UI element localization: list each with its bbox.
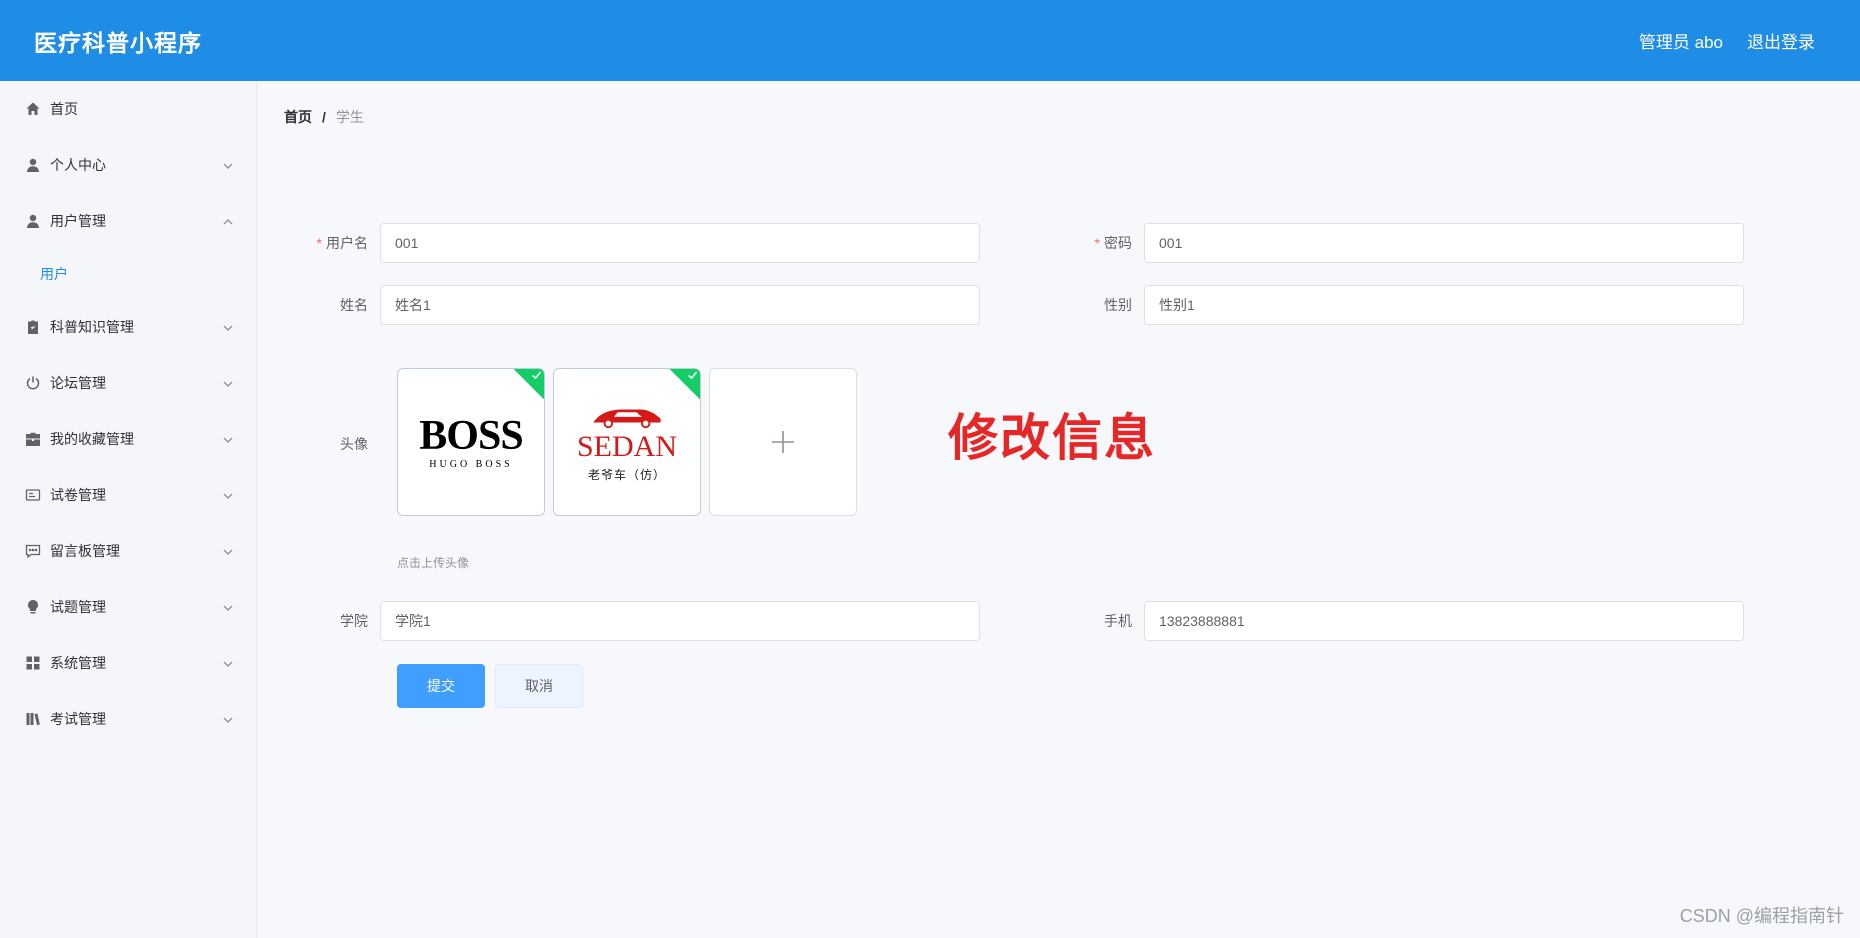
name-field: 姓名 [280,285,980,325]
sidebar-item-favorites-management[interactable]: 我的收藏管理 [0,411,256,467]
sidebar-item-paper-management[interactable]: 试卷管理 [0,467,256,523]
chevron-down-icon [222,159,234,171]
power-icon [24,374,42,392]
phone-input[interactable] [1144,601,1744,641]
name-input[interactable] [380,285,980,325]
required-mark: * [316,235,322,251]
sidebar-item-home[interactable]: 首页 [0,81,256,137]
grid-icon [24,654,42,672]
password-label: * 密码 [1044,233,1144,253]
password-field: * 密码 [1044,223,1744,263]
chevron-down-icon [222,545,234,557]
chevron-down-icon [222,657,234,669]
user-icon [24,212,42,230]
college-field: 学院 [280,601,980,641]
plus-icon [772,431,794,453]
cancel-button[interactable]: 取消 [495,664,583,708]
sidebar-item-label: 留言板管理 [50,543,120,559]
avatar-thumbnail[interactable]: BOSS HUGO BOSS [397,368,545,516]
chevron-down-icon [222,377,234,389]
username-label: * 用户名 [280,233,380,253]
car-logo-icon [593,408,661,428]
sidebar-item-label: 考试管理 [50,711,106,727]
main-content: 首页 / 学生 *用户名 *密码 姓名 性别 头像 BOSS HUGO BOSS [258,81,1860,938]
current-user: 管理员 abo [1638,33,1723,52]
sidebar-item-user-management[interactable]: 用户管理 [0,193,256,249]
upload-success-badge [668,369,700,401]
breadcrumb-separator: / [322,109,326,125]
header-right: 管理员 abo 退出登录 [1639,28,1815,53]
upload-add-button[interactable] [709,368,857,516]
chevron-up-icon [222,215,234,227]
chat-icon [24,542,42,560]
name-label: 姓名 [340,297,368,313]
username-field: * 用户名 [280,223,980,263]
breadcrumb-home[interactable]: 首页 [284,107,312,127]
password-input[interactable] [1144,223,1744,263]
gender-input[interactable] [1144,285,1744,325]
gender-label: 性别 [1104,297,1132,313]
breadcrumb: 首页 / 学生 [284,107,364,127]
sidebar-item-exam-management[interactable]: 考试管理 [0,691,256,747]
home-icon [24,100,42,118]
sidebar-subitem-users[interactable]: 用户 [0,249,256,299]
chevron-down-icon [222,601,234,613]
sedan-logo-subtitle: 老爷车（仿） [587,467,666,482]
submit-button[interactable]: 提交 [397,664,485,708]
username-input[interactable] [380,223,980,263]
sidebar-item-label: 科普知识管理 [50,319,134,335]
avatar-thumbnail[interactable]: SEDAN 老爷车（仿） [553,368,701,516]
sedan-logo-title: SEDAN [576,429,677,463]
logout-link[interactable]: 退出登录 [1747,28,1815,53]
sidebar-item-forum-management[interactable]: 论坛管理 [0,355,256,411]
id-card-icon [24,486,42,504]
college-label: 学院 [340,613,368,629]
phone-label: 手机 [1104,613,1132,629]
check-icon [532,371,542,380]
chevron-down-icon [222,713,234,725]
user-icon [24,156,42,174]
sidebar-item-label: 系统管理 [50,655,106,671]
college-input[interactable] [380,601,980,641]
chevron-down-icon [222,433,234,445]
required-mark: * [1094,235,1100,251]
sidebar-item-personal-center[interactable]: 个人中心 [0,137,256,193]
breadcrumb-current: 学生 [335,109,364,125]
sidebar-item-label: 试卷管理 [50,487,106,503]
top-header: 医疗科普小程序 管理员 abo 退出登录 [0,0,1860,81]
avatar-label: 头像 [340,436,368,452]
sidebar-item-label: 试题管理 [50,599,106,615]
boss-logo-subtitle: HUGO BOSS [429,458,513,470]
chevron-down-icon [222,489,234,501]
bulb-icon [24,598,42,616]
phone-field: 手机 [1044,601,1744,641]
check-icon [688,371,698,380]
book-icon [24,710,42,728]
sidebar-item-question-management[interactable]: 试题管理 [0,579,256,635]
upload-success-badge [512,369,544,401]
sidebar-item-label: 首页 [50,101,78,117]
boss-logo-title: BOSS [419,412,523,459]
gender-field: 性别 [1044,285,1744,325]
sidebar-item-label: 用户管理 [50,213,106,229]
clipboard-icon [24,318,42,336]
password-label-text: 密码 [1104,235,1132,251]
sidebar: 首页 个人中心 用户管理 用户 科普知识管理 论坛管理 我的收藏管理 试卷管理 … [0,81,257,938]
watermark: CSDN @编程指南针 [1679,906,1844,926]
sidebar-item-label: 个人中心 [50,157,106,173]
sidebar-item-message-board[interactable]: 留言板管理 [0,523,256,579]
sidebar-item-system-management[interactable]: 系统管理 [0,635,256,691]
avatar-upload-hint: 点击上传头像 [397,556,470,570]
username-label-text: 用户名 [326,235,368,251]
sidebar-item-label: 论坛管理 [50,375,106,391]
sidebar-item-label: 我的收藏管理 [50,431,134,447]
sidebar-item-knowledge-management[interactable]: 科普知识管理 [0,299,256,355]
briefcase-icon [24,430,42,448]
overlay-annotation: 修改信息 [948,409,1156,467]
chevron-down-icon [222,321,234,333]
app-title: 医疗科普小程序 [34,29,202,56]
